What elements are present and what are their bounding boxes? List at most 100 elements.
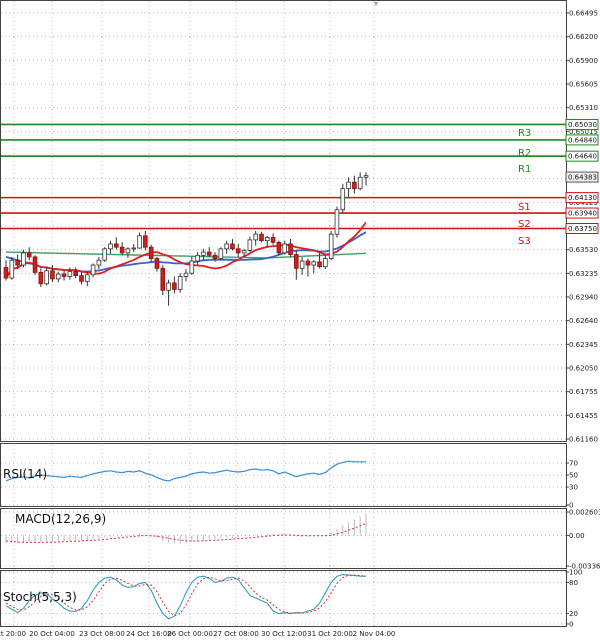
macd-label: MACD(12,26,9) xyxy=(15,512,106,526)
candle-bullish xyxy=(195,254,200,262)
candle-bullish xyxy=(108,243,113,250)
candle-bullish xyxy=(224,243,229,250)
price-tick-label: 0.66495 xyxy=(569,10,598,18)
level-label-r3: R3 xyxy=(518,128,531,139)
price-tick-label: 0.63235 xyxy=(569,270,598,278)
price-tick-label: 0.65605 xyxy=(569,81,598,89)
candle-bearish xyxy=(50,270,55,280)
candle-bearish xyxy=(148,246,154,259)
time-tick-label: 31 Oct 20:00 xyxy=(307,630,353,638)
candle-bearish xyxy=(270,237,276,243)
candle-bearish xyxy=(154,258,160,269)
indicator-tick-label: 0 xyxy=(569,621,573,629)
level-label-r2: R2 xyxy=(518,148,531,159)
candle-bullish xyxy=(282,243,287,254)
indicator-tick-label: 0.002603 xyxy=(569,509,600,517)
level-price-tag: 0.63750 xyxy=(568,225,597,233)
indicator-tick-label: 50 xyxy=(569,472,578,480)
candle-bullish xyxy=(323,258,328,268)
candle-bullish xyxy=(21,252,26,266)
price-tick-label: 0.62940 xyxy=(569,294,598,302)
candle-bearish xyxy=(230,243,235,250)
level-label-s3: S3 xyxy=(518,236,531,247)
candle-bearish xyxy=(305,260,311,266)
candle-bullish xyxy=(177,276,183,290)
candle-bullish xyxy=(166,282,171,291)
level-label-s1: S1 xyxy=(518,202,531,213)
candle-bearish xyxy=(119,246,125,254)
candle-bearish xyxy=(79,275,84,282)
candle-bullish xyxy=(201,251,206,256)
candle-bullish xyxy=(55,273,61,280)
candle-bullish xyxy=(125,248,131,254)
candle-bearish xyxy=(288,243,293,255)
level-price-tag: 0.63940 xyxy=(568,210,597,218)
candle-bullish xyxy=(247,239,253,251)
candle-bearish xyxy=(32,256,38,273)
rsi-line xyxy=(5,460,366,482)
candle-bullish xyxy=(67,271,73,277)
candle-bullish xyxy=(85,274,90,282)
price-tick-label: 0.65310 xyxy=(569,104,598,112)
level-price-tag: 0.65030 xyxy=(568,121,597,129)
candle-bearish xyxy=(114,243,119,248)
time-tick-label: 23 Oct 08:00 xyxy=(79,630,125,638)
stoch-label: Stoch(5,5,3) xyxy=(3,590,77,604)
candle-bullish xyxy=(131,247,137,250)
price-tick-label: 0.62345 xyxy=(569,341,598,349)
candle-bullish xyxy=(328,233,334,259)
time-tick-label: 24 Oct 16:00 xyxy=(126,630,172,638)
stoch-panel-frame xyxy=(0,570,567,627)
rsi-label: RSI(14) xyxy=(3,467,47,481)
candle-bearish xyxy=(3,267,9,279)
candle-bullish xyxy=(340,188,346,211)
candle-bearish xyxy=(61,273,67,277)
candle-bearish xyxy=(352,181,357,190)
candle-bullish xyxy=(96,259,102,266)
candle-bullish xyxy=(265,237,270,242)
candle-bullish xyxy=(44,270,49,285)
time-tick-label: 27 Oct 08:00 xyxy=(213,630,259,638)
indicator-tick-label: 30 xyxy=(569,484,578,492)
candle-bearish xyxy=(160,267,166,291)
candle-bullish xyxy=(334,209,340,235)
indicator-tick-label: 100 xyxy=(569,569,582,577)
candle-bullish xyxy=(218,248,224,259)
candle-bullish xyxy=(253,233,258,241)
candle-bullish xyxy=(9,259,15,279)
candle-bearish xyxy=(206,251,212,256)
current-price-tag: 0.64383 xyxy=(568,174,597,182)
candles xyxy=(3,172,369,306)
candle-bearish xyxy=(317,261,322,268)
time-tick-label: 30 Oct 12:00 xyxy=(261,630,307,638)
price-tick-label: 0.63530 xyxy=(569,246,598,254)
candle-bullish xyxy=(357,176,363,190)
candle-bearish xyxy=(143,235,148,248)
candle-bullish xyxy=(90,264,96,276)
ma-green-line xyxy=(5,251,367,259)
time-tick-label: 2 Nov 04:00 xyxy=(353,630,396,638)
candle-bullish xyxy=(137,235,142,249)
candle-bullish xyxy=(311,261,317,266)
candle-bullish xyxy=(346,181,351,190)
candle-bearish xyxy=(212,254,218,259)
indicator-tick-label: 0.00 xyxy=(569,532,585,540)
candle-bearish xyxy=(26,252,32,258)
candle-bullish xyxy=(241,250,247,254)
candle-bearish xyxy=(294,254,299,269)
price-tick-label: 0.62640 xyxy=(569,317,598,325)
time-tick-label: 20 Oct 04:00 xyxy=(29,630,75,638)
scroll-marker-icon xyxy=(374,2,378,6)
candle-bullish xyxy=(183,272,189,277)
candle-bullish xyxy=(299,260,305,269)
time-axis: ct 20:0020 Oct 04:00 23 Oct 08:0024 Oct 1… xyxy=(0,630,395,638)
time-tick-label: ct 20:00 xyxy=(0,630,26,638)
level-price-tag: 0.64640 xyxy=(568,153,597,161)
indicator-tick-label: 70 xyxy=(569,460,578,468)
candle-bullish xyxy=(363,175,369,178)
grid-layer xyxy=(1,1,566,626)
price-tick-label: 0.61160 xyxy=(569,436,598,444)
level-price-tag: 0.64130 xyxy=(568,194,597,202)
price-tick-label: 0.66200 xyxy=(569,33,598,41)
time-tick-label: 26 Oct 00:00 xyxy=(167,630,213,638)
